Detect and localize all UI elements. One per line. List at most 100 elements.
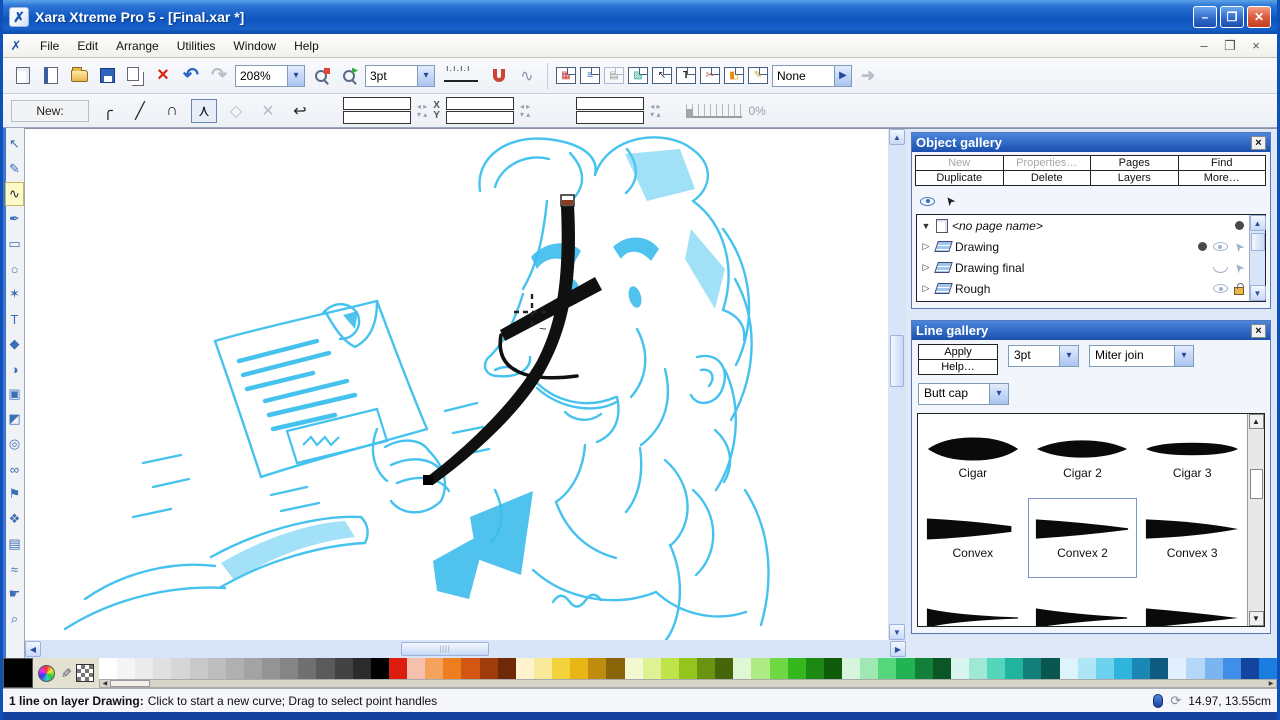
save-button[interactable] [95,64,119,88]
sharp-join-button[interactable]: ⋏ [191,99,217,123]
quickshape-tool[interactable]: ✶ [5,282,24,306]
rectangle-tool[interactable]: ▭ [5,232,24,256]
palette-swatch[interactable] [389,658,407,679]
palette-swatch[interactable] [1023,658,1041,679]
palette-scroll-right[interactable]: ▶ [1266,680,1276,687]
position-fields[interactable] [343,97,411,124]
fill-tool[interactable]: ◆ [5,332,24,356]
style-scroll-thumb[interactable] [1250,469,1263,499]
pen-tool[interactable]: ✒ [5,207,24,231]
dash-pattern-button[interactable] [439,64,483,88]
palette-swatch[interactable] [443,658,461,679]
style-scroll-down[interactable]: ▼ [1249,611,1264,626]
coordinate-steppers[interactable]: ◂ ▸▾ ▴ [520,103,530,119]
tree-scroll-up[interactable]: ▲ [1250,215,1266,231]
menu-window[interactable]: Window [224,36,285,56]
palette-swatch[interactable] [498,658,516,679]
scroll-up-button[interactable]: ▲ [889,129,905,145]
style-list-scrollbar[interactable]: ▲ ▼ [1247,414,1264,626]
scroll-right-button[interactable]: ▶ [890,641,906,657]
tree-row-drawing-final[interactable]: ▷ Drawing final ➤ [917,257,1249,278]
palette-swatch[interactable] [715,658,733,679]
tree-scrollbar[interactable]: ▲ ▼ [1249,215,1265,301]
line-width-input[interactable] [365,65,417,87]
style-item-partial[interactable] [918,578,1028,626]
style-input[interactable] [772,65,834,87]
palette-swatch[interactable] [1060,658,1078,679]
palette-swatch[interactable] [226,658,244,679]
feather-tool[interactable]: ≈ [5,557,24,581]
layer-visible-icon[interactable] [1213,284,1228,293]
photo-tool[interactable]: ▤ [5,532,24,556]
zoom-dropdown-button[interactable]: ▾ [287,65,305,87]
layer-editable-icon[interactable]: ➤ [1230,259,1247,276]
palette-scrollbar[interactable]: ◀ ▶ [99,679,1277,688]
name-gallery-button[interactable]: ↖ [652,67,672,84]
palette-swatch[interactable] [1186,658,1204,679]
palette-swatch[interactable] [1241,658,1259,679]
palette-swatch[interactable] [1150,658,1168,679]
palette-swatch[interactable] [788,658,806,679]
palette-swatch[interactable] [842,658,860,679]
undo-button[interactable]: ↶ [179,64,203,88]
palette-swatch[interactable] [770,658,788,679]
palette-swatch[interactable] [969,658,987,679]
tree-row-drawing[interactable]: ▷ Drawing ➤ [917,236,1249,257]
horizontal-scroll-thumb[interactable]: |||| [401,642,489,656]
drawing-canvas[interactable]: ~ [25,128,888,640]
style-flyout-button[interactable]: ▶ [834,65,852,87]
palette-swatch[interactable] [425,658,443,679]
style-item-cigar-3[interactable]: Cigar 3 [1137,418,1247,498]
palette-swatch[interactable] [135,658,153,679]
ellipse-tool[interactable]: ○ [5,257,24,281]
open-button[interactable] [67,64,91,88]
palette-swatch[interactable] [262,658,280,679]
bevel-tool[interactable]: ◩ [5,407,24,431]
menu-arrange[interactable]: Arrange [107,36,168,56]
new-document-button[interactable] [11,64,35,88]
palette-swatch[interactable] [407,658,425,679]
menu-utilities[interactable]: Utilities [168,36,225,56]
freehand-smoothing-button[interactable]: ∿ [515,64,539,88]
og-more-button[interactable]: More… [1178,170,1267,186]
palette-swatch[interactable] [697,658,715,679]
og-delete-button[interactable]: Delete [1003,170,1092,186]
expand-icon[interactable]: ▼ [920,221,932,231]
lg-width-dropdown[interactable]: ▾ [1060,345,1079,367]
smooth-join-button[interactable]: ∩ [159,99,185,123]
new-line-button[interactable]: ╱ [127,99,153,123]
palette-swatch[interactable] [516,658,534,679]
object-gallery-close-button[interactable]: × [1251,136,1266,150]
mdi-minimize-button[interactable]: – [1195,38,1213,54]
palette-swatch[interactable] [371,658,389,679]
tree-scroll-thumb[interactable] [1251,233,1265,251]
palette-swatch[interactable] [280,658,298,679]
palette-scroll-left[interactable]: ◀ [100,680,110,687]
tree-row-page[interactable]: ▼ <no page name> [917,215,1249,236]
palette-swatch[interactable] [896,658,914,679]
lg-cap-combo[interactable]: Butt cap ▾ [918,383,1009,405]
palette-swatch[interactable] [153,658,171,679]
menu-edit[interactable]: Edit [68,36,107,56]
style-item-partial[interactable] [1028,578,1138,626]
style-item-convex-2-selected[interactable]: Convex 2 [1028,498,1138,578]
color-picker-icon[interactable]: ✎ [57,668,73,679]
palette-swatch[interactable] [951,658,969,679]
palette-swatch[interactable] [661,658,679,679]
palette-swatch[interactable] [679,658,697,679]
palette-swatch[interactable] [933,658,951,679]
color-gallery-button[interactable]: ▦ [556,67,576,84]
palette-swatch[interactable] [1114,658,1132,679]
canvas-horizontal-scrollbar[interactable]: ◀ |||| ▶ [25,640,906,658]
reverse-paths-button[interactable]: ↩ [287,99,313,123]
palette-swatch[interactable] [99,658,117,679]
palette-swatch[interactable] [1078,658,1096,679]
live-effects-tool[interactable]: ❖ [5,507,24,531]
collapse-icon[interactable]: ▷ [920,262,932,273]
tree-scroll-down[interactable]: ▼ [1250,285,1266,301]
text-tool[interactable]: T [5,307,24,331]
palette-swatch[interactable] [534,658,552,679]
palette-swatch[interactable] [1096,658,1114,679]
coordinate-fields[interactable] [446,97,514,124]
palette-swatch[interactable] [244,658,262,679]
